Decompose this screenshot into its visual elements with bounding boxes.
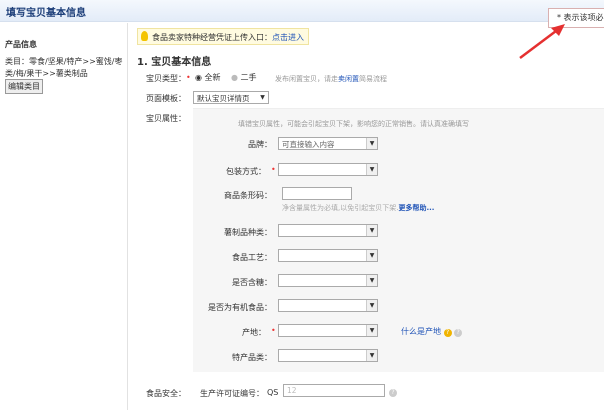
- dropdown-arrow-icon: ▼: [366, 225, 377, 236]
- type-label: 宝贝类型：: [146, 74, 186, 83]
- qs-prefix: QS: [267, 388, 279, 397]
- origin-label: 产地：: [242, 328, 266, 337]
- brand-select[interactable]: 可直接输入内容 ▼: [278, 137, 378, 150]
- license-input[interactable]: 12: [283, 384, 385, 397]
- info-icon[interactable]: ?: [389, 389, 397, 397]
- brand-label: 品牌：: [248, 140, 272, 149]
- required-mark: •: [271, 326, 276, 335]
- sidebar: 产品信息 类目：零食/坚果/特产>>蜜饯/枣 类/梅/果干>>薯类制品 编辑类目: [0, 23, 128, 410]
- barcode-input[interactable]: [282, 187, 352, 200]
- more-help-link[interactable]: 更多帮助...: [398, 204, 434, 212]
- attrs-label: 宝贝属性：: [146, 114, 186, 123]
- dropdown-arrow-icon: ▼: [257, 92, 268, 103]
- notice-text: 食品卖家特种经营凭证上传入口：: [152, 33, 272, 42]
- type-hint: 发布闲置宝贝，请走卖闲置简易流程: [275, 75, 387, 83]
- dropdown-arrow-icon: ▼: [366, 300, 377, 311]
- packaging-select[interactable]: ▼: [278, 163, 378, 176]
- edit-category-button[interactable]: 编辑类目: [5, 79, 43, 94]
- organic-label: 是否为有机食品：: [208, 303, 272, 312]
- tooltip-text: * 表示该项必: [557, 13, 604, 22]
- sidebar-heading: 产品信息: [5, 40, 37, 49]
- notice-bar: 食品卖家特种经营凭证上传入口：点击进入: [137, 28, 309, 45]
- origin-select[interactable]: ▼: [278, 324, 378, 337]
- red-arrow-annotation: [519, 24, 565, 59]
- dropdown-arrow-icon: ▼: [366, 138, 377, 149]
- barcode-label: 商品条形码：: [224, 191, 272, 200]
- info-icon[interactable]: ?: [454, 329, 463, 337]
- sugar-select[interactable]: ▼: [278, 274, 378, 287]
- special-label: 特产品类：: [232, 353, 272, 362]
- craft-label: 食品工艺：: [232, 253, 272, 262]
- category-path: 类目：零食/坚果/特产>>蜜饯/枣: [5, 57, 123, 66]
- required-mark: •: [186, 73, 191, 82]
- special-select[interactable]: ▼: [278, 349, 378, 362]
- section-title: 1. 宝贝基本信息: [137, 57, 212, 68]
- dropdown-arrow-icon: ▼: [366, 250, 377, 261]
- kind-select[interactable]: ▼: [278, 224, 378, 237]
- required-mark: •: [271, 165, 276, 174]
- radio-used[interactable]: ● 二手: [231, 72, 257, 83]
- help-icon[interactable]: ?: [443, 329, 452, 337]
- category-path-cont: 类/梅/果干>>薯类制品: [5, 69, 88, 78]
- dropdown-arrow-icon: ▼: [366, 164, 377, 175]
- radio-new[interactable]: ◉ 全新: [195, 72, 221, 83]
- origin-help[interactable]: 什么是产地 ? ?: [401, 326, 463, 337]
- craft-select[interactable]: ▼: [278, 249, 378, 262]
- template-label: 页面模板：: [146, 94, 186, 103]
- page-header: 填写宝贝基本信息: [0, 0, 604, 22]
- lightbulb-icon: [141, 31, 148, 41]
- page-title: 填写宝贝基本信息: [6, 8, 86, 19]
- license-label: 生产许可证编号：: [200, 389, 264, 398]
- radio-new-label: 全新: [204, 73, 221, 82]
- idle-link[interactable]: 卖闲置: [338, 75, 359, 83]
- dropdown-arrow-icon: ▼: [366, 350, 377, 361]
- dropdown-arrow-icon: ▼: [366, 325, 377, 336]
- food-safety-label: 食品安全：: [146, 389, 186, 398]
- dropdown-arrow-icon: ▼: [366, 275, 377, 286]
- notice-link[interactable]: 点击进入: [272, 33, 304, 42]
- organic-select[interactable]: ▼: [278, 299, 378, 312]
- radio-used-label: 二手: [240, 73, 257, 82]
- attrs-hint: 填错宝贝属性，可能会引起宝贝下架，影响您的正常销售。请认真准确填写: [238, 120, 469, 128]
- kind-label: 薯制品种类：: [224, 228, 272, 237]
- sugar-label: 是否含糖：: [232, 278, 272, 287]
- template-select[interactable]: 默认宝贝详情页 ▼: [193, 91, 269, 104]
- packaging-label: 包装方式：: [226, 167, 266, 176]
- barcode-hint: 净含量属性为必填,以免引起宝贝下架.更多帮助...: [282, 204, 435, 212]
